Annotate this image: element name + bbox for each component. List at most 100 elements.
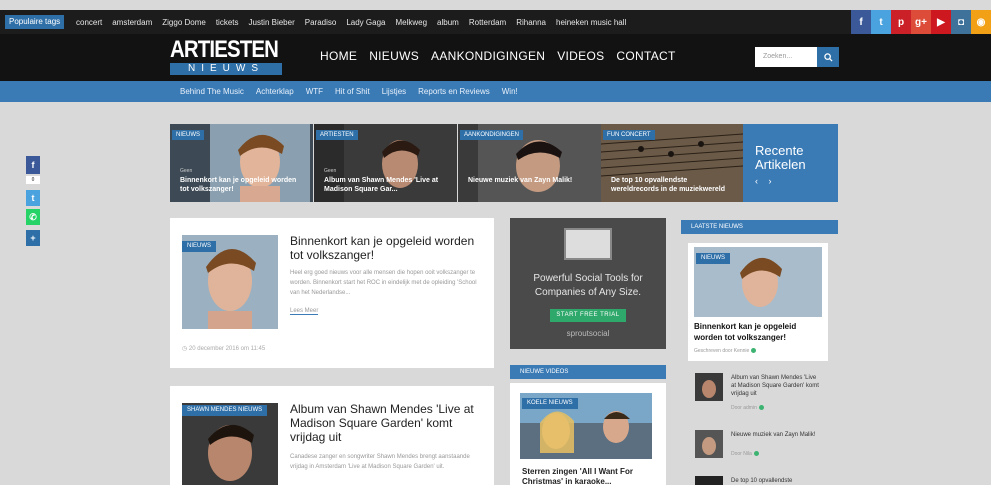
slider-arrows[interactable]: ‹ ›: [755, 176, 826, 186]
tag-link[interactable]: concert: [76, 18, 102, 27]
youtube-icon[interactable]: ▶: [931, 10, 951, 34]
tag-link[interactable]: Lady Gaga: [346, 18, 385, 27]
comment-icon: [753, 451, 759, 457]
laptop-graphic: [564, 228, 612, 260]
logo-text-top: ARTIESTEN: [170, 36, 279, 63]
author-line: Door Nila: [731, 451, 759, 457]
latest-thumb[interactable]: [695, 373, 723, 401]
slide-category-badge: ARTIESTEN: [316, 130, 358, 140]
latest-featured-card[interactable]: NIEUWS Binnenkort kan je opgeleid worden…: [688, 243, 828, 361]
nav-item-nieuws[interactable]: NIEUWS: [369, 49, 419, 63]
more-share-icon[interactable]: +: [26, 230, 40, 246]
slide-title[interactable]: Album van Shawn Mendes 'Live at Madison …: [324, 176, 449, 194]
tag-link[interactable]: Ziggo Dome: [162, 18, 206, 27]
latest-item-title[interactable]: Album van Shawn Mendes 'Live at Madison …: [731, 374, 821, 398]
category-badge[interactable]: NIEUWS: [696, 253, 730, 264]
slide-date: Geen: [324, 168, 337, 174]
subnav-item[interactable]: Reports en Reviews: [418, 87, 490, 96]
main-nav: HOME NIEUWS AANKONDIGINGEN VIDEOS CONTAC…: [320, 49, 676, 63]
site-header: ARTIESTEN NIEUWS HOME NIEUWS AANKONDIGIN…: [0, 34, 991, 81]
section-header-latest: LAATSTE NIEUWS: [681, 220, 838, 234]
article-date: ◷ 20 december 2016 om 11:45: [182, 346, 266, 352]
nav-item-aankondigingen[interactable]: AANKONDIGINGEN: [431, 49, 545, 63]
latest-thumb[interactable]: [695, 476, 723, 485]
article-card[interactable]: SHAWN MENDES NIEUWS Album van Shawn Mend…: [170, 386, 494, 485]
twitter-share-icon[interactable]: t: [26, 190, 40, 206]
tag-link[interactable]: Melkweg: [395, 18, 427, 27]
section-header-videos: NIEUWE VIDEOS: [510, 365, 666, 379]
nav-item-home[interactable]: HOME: [320, 49, 357, 63]
clock-icon: ◷: [182, 346, 189, 352]
slide-title[interactable]: Binnenkort kan je opgeleid worden tot vo…: [180, 176, 305, 194]
popular-tags-label: Populaire tags: [5, 15, 65, 29]
facebook-icon[interactable]: f: [851, 10, 871, 34]
instagram-icon[interactable]: ◘: [951, 10, 971, 34]
category-badge[interactable]: NIEUWS: [182, 241, 216, 252]
article-title[interactable]: Album van Shawn Mendes 'Live at Madison …: [290, 402, 485, 444]
article-title[interactable]: Binnenkort kan je opgeleid worden tot vo…: [290, 234, 480, 262]
category-badge[interactable]: KOELE NIEUWS: [522, 398, 578, 409]
slide-title[interactable]: Nieuwe muziek van Zayn Malik!: [468, 176, 593, 185]
tag-link[interactable]: Paradiso: [305, 18, 337, 27]
subnav-item[interactable]: WTF: [306, 87, 323, 96]
tag-link[interactable]: Justin Bieber: [249, 18, 295, 27]
latest-item-title[interactable]: De top 10 opvallendste: [731, 477, 821, 485]
author-line: Door admin: [731, 405, 764, 411]
subnav-item[interactable]: Win!: [502, 87, 518, 96]
search-input[interactable]: Zoeken...: [755, 47, 817, 67]
nav-item-videos[interactable]: VIDEOS: [557, 49, 604, 63]
comment-icon: [758, 405, 764, 411]
ad-text: Powerful Social Tools for Companies of A…: [533, 273, 643, 298]
read-more-link[interactable]: Lees Meer: [290, 308, 319, 315]
article-card[interactable]: NIEUWS Binnenkort kan je opgeleid worden…: [170, 218, 494, 368]
author-line: Geschreven door Kennie: [694, 348, 757, 354]
ad-trial-button[interactable]: START FREE TRIAL: [550, 309, 626, 322]
latest-item-title[interactable]: Nieuwe muziek van Zayn Malik!: [731, 431, 821, 439]
slide-date: Geen: [180, 168, 193, 174]
article-excerpt: Canadese zanger en songwriter Shawn Mend…: [290, 454, 470, 470]
video-title[interactable]: Sterren zingen 'All I Want For Christmas…: [522, 467, 658, 485]
rss-icon[interactable]: ◉: [971, 10, 991, 34]
slider-item[interactable]: ARTIESTEN Geen Album van Shawn Mendes 'L…: [314, 124, 457, 202]
slider-item[interactable]: AANKONDIGINGEN Nieuwe muziek van Zayn Ma…: [458, 124, 601, 202]
recent-articles-panel: Recente Artikelen ‹ ›: [743, 124, 838, 202]
slide-category-badge: FUN CONCERT: [603, 130, 655, 140]
search-button[interactable]: [817, 47, 839, 67]
tag-link[interactable]: tickets: [216, 18, 239, 27]
logo-text-bottom: NIEUWS: [170, 63, 282, 75]
site-logo[interactable]: ARTIESTEN NIEUWS: [170, 37, 282, 77]
nav-item-contact[interactable]: CONTACT: [616, 49, 675, 63]
category-badge[interactable]: SHAWN MENDES NIEUWS: [182, 405, 268, 416]
subnav-item[interactable]: Behind The Music: [180, 87, 244, 96]
twitter-icon[interactable]: t: [871, 10, 891, 34]
tag-link[interactable]: heineken music hall: [556, 18, 626, 27]
search-icon: [823, 52, 833, 62]
slide-category-badge: AANKONDIGINGEN: [460, 130, 524, 140]
recent-articles-title: Recente Artikelen: [755, 143, 806, 172]
pinterest-icon[interactable]: p: [891, 10, 911, 34]
subnav-item[interactable]: Lijstjes: [382, 87, 406, 96]
video-card[interactable]: KOELE NIEUWS Sterren zingen 'All I Want …: [510, 383, 666, 485]
article-excerpt: Heel erg goed nieuws voor alle mensen di…: [290, 270, 477, 296]
tag-link[interactable]: Rihanna: [516, 18, 546, 27]
latest-featured-title[interactable]: Binnenkort kan je opgeleid worden tot vo…: [694, 321, 824, 343]
subnav-item[interactable]: Hit of Shit: [335, 87, 370, 96]
social-links: f t p g+ ▶ ◘ ◉: [851, 10, 991, 34]
ad-brand: sproutsocial: [566, 329, 610, 338]
slider-item[interactable]: NIEUWS Geen Binnenkort kan je opgeleid w…: [170, 124, 313, 202]
page: Populaire tags concert amsterdam Ziggo D…: [0, 0, 991, 485]
sub-nav: Behind The Music Achterklap WTF Hit of S…: [0, 81, 991, 102]
tag-list: concert amsterdam Ziggo Dome tickets Jus…: [76, 10, 626, 34]
tag-link[interactable]: Rotterdam: [469, 18, 506, 27]
tag-link[interactable]: amsterdam: [112, 18, 152, 27]
subnav-item[interactable]: Achterklap: [256, 87, 294, 96]
whatsapp-share-icon[interactable]: ✆: [26, 209, 40, 225]
comment-icon: [751, 348, 757, 354]
facebook-share-icon[interactable]: f: [26, 156, 40, 174]
google-plus-icon[interactable]: g+: [911, 10, 931, 34]
slide-title[interactable]: De top 10 opvallendste wereldrecords in …: [611, 176, 736, 194]
latest-thumb[interactable]: [695, 430, 723, 458]
tag-link[interactable]: album: [437, 18, 459, 27]
advertisement[interactable]: Powerful Social Tools for Companies of A…: [510, 218, 666, 349]
slider-item[interactable]: FUN CONCERT De top 10 opvallendste werel…: [601, 124, 744, 202]
